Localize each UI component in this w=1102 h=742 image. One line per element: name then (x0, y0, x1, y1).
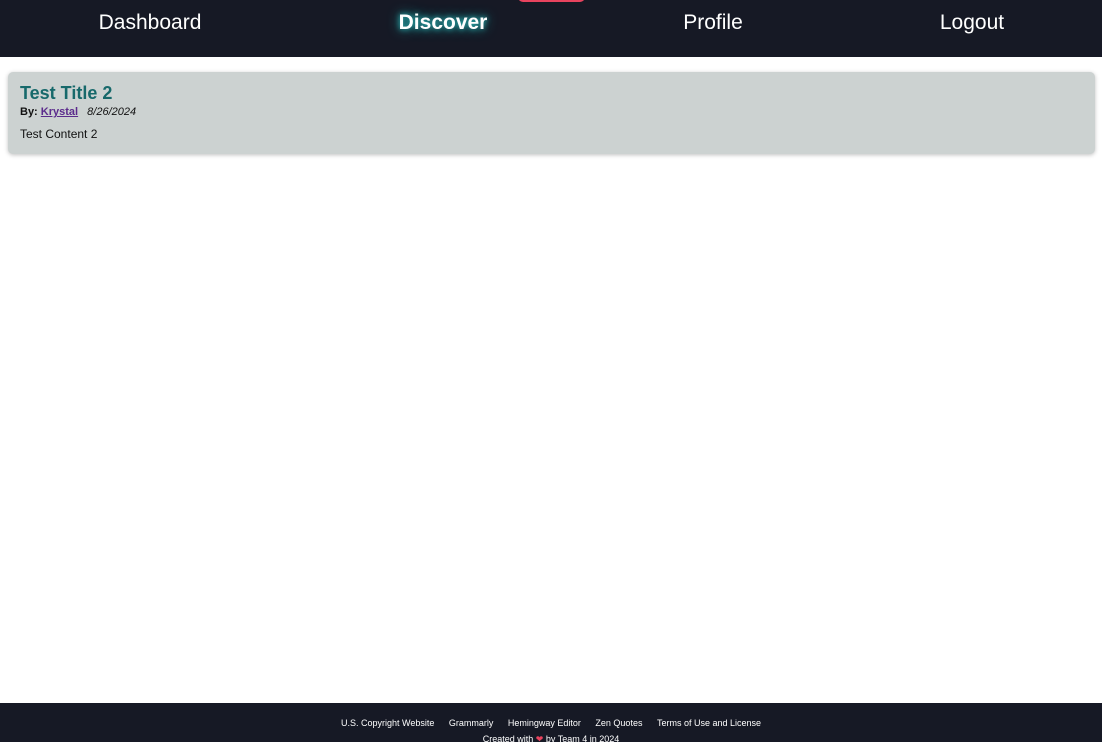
nav-discover-link[interactable]: Discover (399, 9, 488, 37)
nav-profile-link[interactable]: Profile (683, 9, 743, 37)
post-title: Test Title 2 (20, 83, 113, 103)
footer-link-terms[interactable]: Terms of Use and License (657, 718, 761, 728)
footer-credit: Created with ❤ by Team 4 in 2024 (0, 733, 1102, 742)
post-date: 8/26/2024 (87, 106, 137, 118)
footer-links: U.S. Copyright Website Grammarly Hemingw… (0, 717, 1102, 729)
heart-icon: ❤ (535, 734, 544, 742)
nav-dashboard-link[interactable]: Dashboard (99, 9, 202, 37)
nav-logout-link[interactable]: Logout (940, 9, 1004, 37)
author-link[interactable]: Krystal (41, 106, 78, 118)
footer-link-copyright[interactable]: U.S. Copyright Website (341, 718, 434, 728)
post-content: Test Content 2 (20, 127, 98, 141)
post-meta: By: Krystal 8/26/2024 (20, 105, 1083, 119)
post-card: Test Title 2 By: Krystal 8/26/2024 Test … (8, 72, 1095, 154)
footer-link-hemingway[interactable]: Hemingway Editor (508, 718, 581, 728)
footer-link-zen-quotes[interactable]: Zen Quotes (595, 718, 642, 728)
by-label: By: (20, 106, 38, 118)
credit-prefix: Created with (482, 734, 534, 742)
footer: U.S. Copyright Website Grammarly Hemingw… (0, 703, 1102, 742)
footer-link-grammarly[interactable]: Grammarly (449, 718, 494, 728)
active-tab-indicator (518, 0, 585, 2)
top-navigation: Dashboard Discover Profile Logout (0, 0, 1102, 57)
credit-suffix: by Team 4 in 2024 (545, 734, 620, 742)
